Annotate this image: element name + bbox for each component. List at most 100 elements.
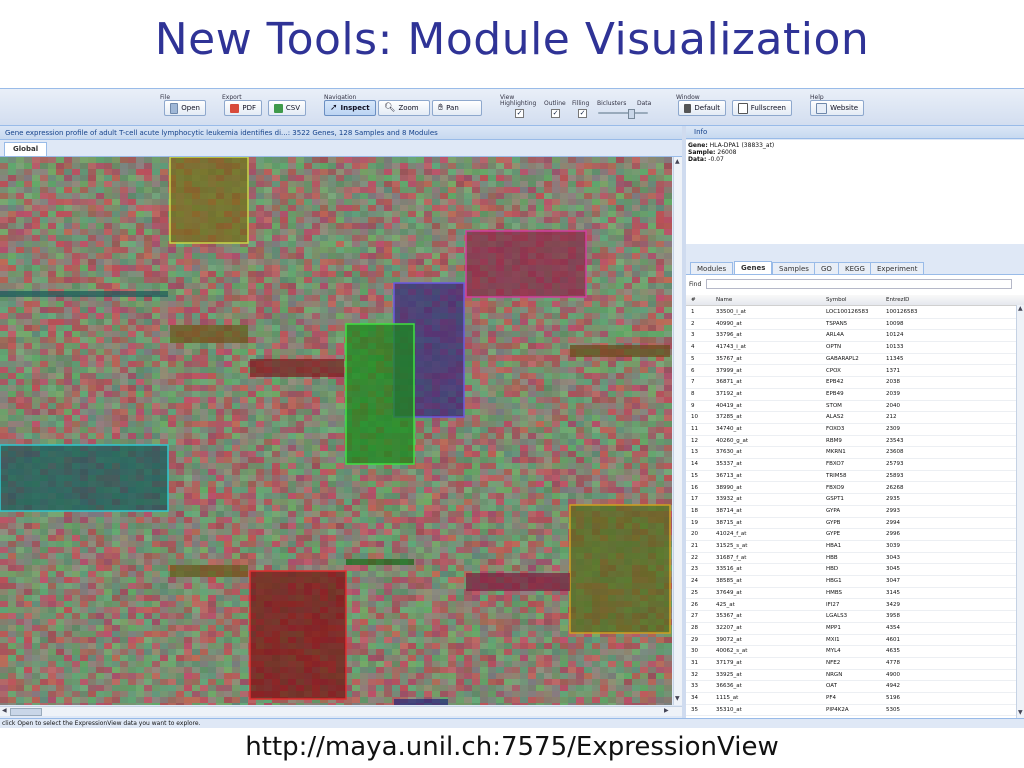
heatmap-cell — [440, 211, 448, 217]
heatmap-cell — [464, 391, 472, 397]
heatmap-cell — [32, 211, 40, 217]
export-pdf-button[interactable]: PDF — [224, 100, 262, 116]
heatmap-cell — [648, 487, 656, 493]
heatmap-cell — [328, 217, 336, 223]
highlighting-checkbox[interactable]: ✓ — [515, 109, 524, 118]
heatmap-cell — [512, 445, 520, 451]
heatmap-cell — [568, 379, 576, 385]
zoom-button[interactable]: 🔍︎ Zoom — [378, 100, 430, 116]
heatmap-cell — [320, 199, 328, 205]
heatmap-cell — [136, 385, 144, 391]
heatmap-cell — [0, 385, 8, 391]
heatmap-cell — [192, 439, 200, 445]
heatmap-cell — [560, 181, 568, 187]
heatmap-cell — [504, 157, 512, 163]
heatmap-cell — [456, 169, 464, 175]
heatmap-cell — [16, 271, 24, 277]
export-csv-button[interactable]: CSV — [268, 100, 306, 116]
heatmap-cell — [256, 187, 264, 193]
heatmap-cell — [336, 349, 344, 355]
heatmap-cell — [440, 493, 448, 499]
heatmap-cell — [72, 193, 80, 199]
heatmap-cell — [80, 325, 88, 331]
heatmap-cell — [120, 361, 128, 367]
heatmap-cell — [120, 217, 128, 223]
heatmap-cell — [656, 445, 664, 451]
heatmap-cell — [272, 241, 280, 247]
heatmap-cell — [280, 289, 288, 295]
heatmap-cell — [384, 505, 392, 511]
open-button[interactable]: Open — [164, 100, 206, 116]
heatmap-cell — [576, 313, 584, 319]
heatmap-cell — [312, 469, 320, 475]
heatmap-cell — [592, 463, 600, 469]
heatmap-cell — [328, 439, 336, 445]
heatmap-cell — [128, 439, 136, 445]
heatmap-cell — [280, 217, 288, 223]
fullscreen-button[interactable]: Fullscreen — [732, 100, 792, 116]
heatmap-cell — [56, 349, 64, 355]
heatmap-cell — [240, 277, 248, 283]
heatmap-cell — [80, 175, 88, 181]
heatmap-cell — [568, 481, 576, 487]
heatmap-cell — [432, 157, 440, 163]
heatmap-cell — [512, 331, 520, 337]
heatmap-cell — [288, 289, 296, 295]
heatmap-cell — [120, 157, 128, 163]
heatmap-cell — [264, 463, 272, 469]
heatmap-cell — [240, 373, 248, 379]
filling-checkbox[interactable]: ✓ — [578, 109, 587, 118]
heatmap-cell — [120, 235, 128, 241]
inspect-button[interactable]: ➚ Inspect — [324, 100, 376, 116]
heatmap-cell — [600, 337, 608, 343]
heatmap-cell — [72, 163, 80, 169]
heatmap-cell — [560, 301, 568, 307]
heatmap-cell — [144, 163, 152, 169]
heatmap-cell — [656, 181, 664, 187]
heatmap-cell — [360, 229, 368, 235]
heatmap-cell — [296, 433, 304, 439]
heatmap-canvas[interactable] — [0, 157, 672, 705]
heatmap-cell — [384, 235, 392, 241]
heatmap-cell — [552, 457, 560, 463]
heatmap-cell — [424, 211, 432, 217]
heatmap-cell — [352, 193, 360, 199]
heatmap-cell — [232, 403, 240, 409]
bicluster-data-slider[interactable] — [598, 112, 648, 114]
pan-button[interactable]: ✋︎ Pan — [432, 100, 482, 116]
heatmap-cell — [320, 397, 328, 403]
website-button[interactable]: Website — [810, 100, 864, 116]
heatmap-cell — [120, 385, 128, 391]
heatmap-cell — [208, 283, 216, 289]
heatmap-cell — [544, 361, 552, 367]
heatmap-cell — [120, 397, 128, 403]
default-window-button[interactable]: Default — [678, 100, 726, 116]
heatmap-cell — [32, 283, 40, 289]
heatmap-view[interactable] — [0, 157, 672, 705]
heatmap-cell — [560, 349, 568, 355]
heatmap-cell — [496, 337, 504, 343]
heatmap-cell — [264, 349, 272, 355]
heatmap-cell — [64, 439, 72, 445]
tab-global[interactable]: Global — [4, 142, 48, 156]
heatmap-cell — [24, 361, 32, 367]
heatmap-cell — [240, 403, 248, 409]
heatmap-cell — [112, 355, 120, 361]
heatmap-cell — [280, 211, 288, 217]
heatmap-cell — [176, 397, 184, 403]
outline-checkbox[interactable]: ✓ — [551, 109, 560, 118]
heatmap-cell — [312, 433, 320, 439]
heatmap-cell — [600, 391, 608, 397]
heatmap-cell — [392, 247, 400, 253]
slider-thumb[interactable] — [628, 109, 635, 119]
heatmap-cell — [56, 157, 64, 163]
heatmap-cell — [600, 193, 608, 199]
heatmap-cell — [664, 163, 672, 169]
heatmap-cell — [248, 421, 256, 427]
heatmap-cell — [416, 265, 424, 271]
heatmap-cell — [88, 187, 96, 193]
heatmap-cell — [168, 427, 176, 433]
heatmap-cell — [528, 373, 536, 379]
heatmap-cell — [88, 241, 96, 247]
heatmap-cell — [160, 217, 168, 223]
